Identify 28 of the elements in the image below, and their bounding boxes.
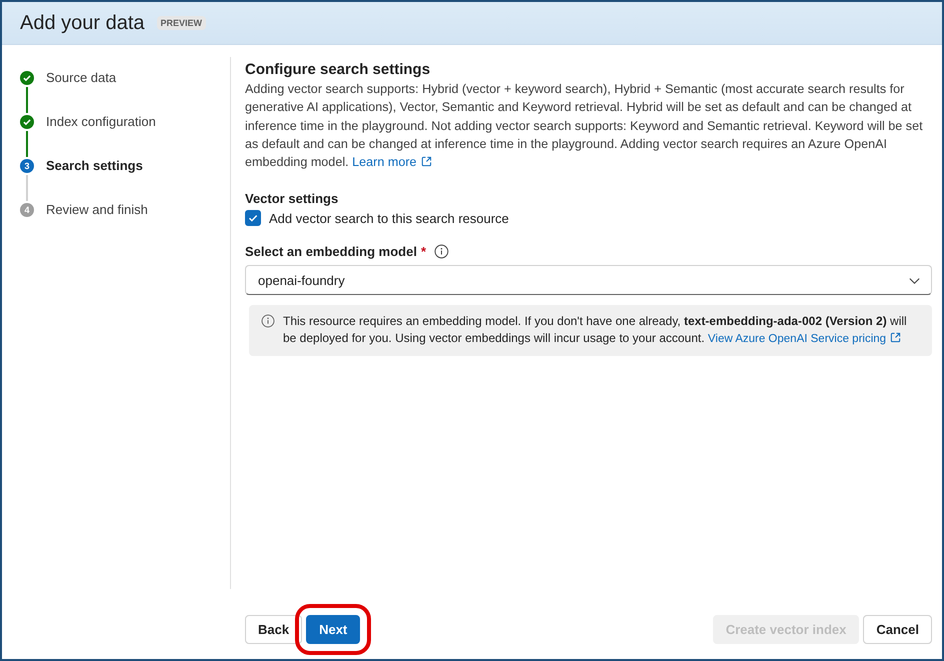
step-label: Source data — [46, 71, 116, 85]
step-label: Search settings — [46, 159, 143, 173]
step-label: Review and finish — [46, 203, 148, 217]
secondary-button[interactable]: Cancel — [863, 614, 932, 644]
field-label: Select an embedding model — [245, 244, 417, 260]
model-dropdown[interactable]: openai-foundry — [245, 265, 932, 296]
checkmark-icon — [247, 212, 259, 224]
check-circle-icon — [20, 115, 34, 129]
info-icon — [261, 314, 275, 328]
pricing-link[interactable]: View Azure OpenAI Service pricing — [708, 333, 902, 346]
step-number: 3 — [20, 159, 34, 173]
external-link-icon — [890, 332, 902, 344]
learn-more-link[interactable]: Learn more — [352, 155, 432, 170]
dialog-title: Add your data — [20, 12, 145, 34]
info-message: This resource requires an embedding model. If you don't have one already, text-embedding-ada-002 (Version 2) will be deployed for you. Using vector embeddings will incur usage to your account. View Azure OpenAI Service pricing — [283, 313, 908, 348]
section-title: Configure search settings — [245, 61, 432, 78]
checkbox[interactable] — [245, 210, 261, 226]
section-description: Adding vector search supports: Hybrid (vector + keyword search), Hybrid + Semantic (most accurate search results for generative AI applications), Vector, Semantic and Keyword retrieval. Hybrid will be set as default and can be changed at inference time in the playground. Not adding vector search supports: Keyword and Semantic retrieval. Keyword will be set as default and can be changed at inference time in the playground. Adding vector search requires an Azure OpenAI embedding model. Learn more — [245, 81, 924, 172]
step-label: Index configuration — [46, 115, 156, 129]
preview-badge: PREVIEW — [156, 16, 206, 30]
info-icon[interactable] — [434, 244, 449, 260]
checkbox-label: Add vector search to this search resource — [269, 210, 509, 226]
secondary-button[interactable]: Back — [245, 614, 302, 644]
vector-settings-heading: Vector settings — [245, 191, 340, 206]
step-number: 4 — [20, 203, 34, 217]
check-circle-icon — [20, 71, 34, 85]
external-link-icon — [420, 156, 432, 168]
required-mark: * — [420, 244, 426, 260]
